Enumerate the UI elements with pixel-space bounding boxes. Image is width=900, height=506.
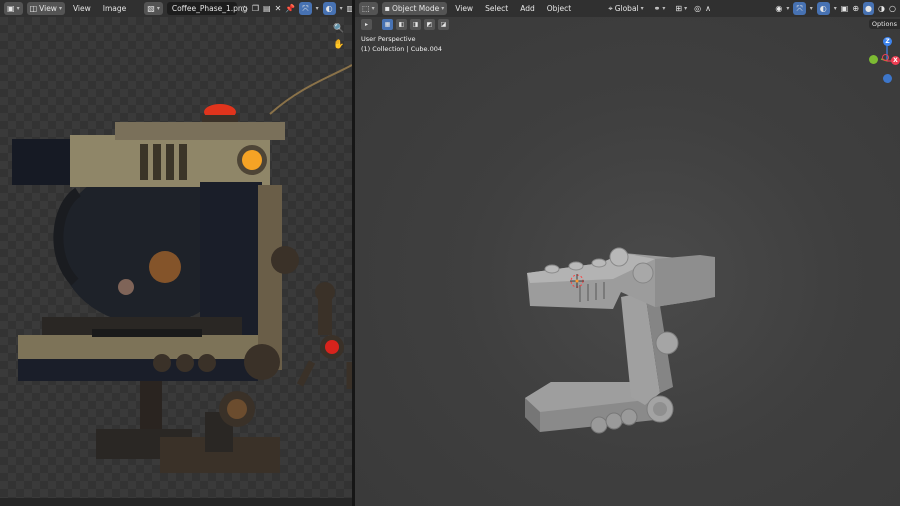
3d-viewport-area: ⬚ ▾ ▪ Object Mode ▾ View Select Add Object …	[355, 0, 900, 506]
orientation-dropdown[interactable]: ⌖ Global ▾	[605, 2, 646, 15]
chevron-down-icon[interactable]: ▾	[810, 5, 813, 12]
chevron-down-icon[interactable]: ▾	[316, 5, 319, 12]
image-browse-button[interactable]: ▧ ▾	[144, 2, 163, 15]
chevron-down-icon: ▾	[58, 5, 62, 12]
editor-type-button[interactable]: ⬚ ▾	[359, 2, 378, 15]
proportional-edit-icon[interactable]: ◎	[694, 4, 701, 13]
wireframe-shading-icon[interactable]: ⊕	[852, 4, 859, 13]
view-mode-button[interactable]: ◫ View ▾	[26, 2, 65, 15]
hand-pan-icon[interactable]: ✋	[332, 38, 346, 52]
chevron-down-icon: ▾	[371, 5, 375, 12]
chevron-down-icon: ▾	[441, 5, 445, 12]
rendered-shading-icon[interactable]: ○	[889, 4, 896, 13]
visibility-icon[interactable]: ◉	[775, 4, 782, 13]
fake-user-icon[interactable]: ◌	[241, 4, 248, 13]
overlay-icon: ◐	[819, 3, 827, 13]
coffee-machine-mesh[interactable]	[355, 17, 900, 506]
chevron-down-icon: ▾	[156, 5, 160, 12]
view-mode-label: View	[39, 4, 57, 13]
object-mode-icon: ▪	[384, 3, 390, 13]
xray-icon[interactable]: ▣	[841, 4, 849, 13]
view-icon: ◫	[29, 3, 38, 13]
orientation-label: Global	[614, 4, 639, 13]
chevron-down-icon[interactable]: ▾	[340, 5, 343, 12]
image-canvas[interactable]	[0, 17, 352, 506]
chevron-down-icon[interactable]: ▾	[786, 5, 789, 12]
solid-shading-icon: ●	[865, 3, 873, 13]
image-editor-area: ▣ ▾ ◫ View ▾ View Image ▧ ▾ Coffee_Phase_1.p…	[0, 0, 352, 506]
image-editor-icon: ▣	[7, 3, 15, 13]
chevron-down-icon: ▾	[16, 5, 20, 12]
pivot-dropdown[interactable]: ⚭ ▾	[651, 2, 669, 15]
material-shading-icon[interactable]: ◑	[878, 4, 885, 13]
overlay-toggle-button[interactable]: ◐	[322, 2, 336, 15]
menu-select[interactable]: Select	[481, 2, 512, 15]
image-icon: ▧	[147, 3, 155, 13]
gizmo-icon: ⤧	[796, 3, 803, 13]
orientation-icon: ⌖	[608, 3, 613, 13]
menu-object[interactable]: Object	[543, 2, 575, 15]
overlay-toggle-button[interactable]: ◐	[816, 2, 830, 15]
close-icon[interactable]: ✕	[275, 4, 282, 13]
menu-view[interactable]: View	[451, 2, 477, 15]
editor-type-button[interactable]: ▣ ▾	[4, 2, 23, 15]
mode-label: Object Mode	[392, 4, 440, 13]
menu-view[interactable]: View	[69, 2, 95, 15]
viewport-header: ⬚ ▾ ▪ Object Mode ▾ View Select Add Object …	[355, 0, 900, 17]
folder-icon[interactable]: ▤	[263, 4, 271, 13]
image-name-field[interactable]: Coffee_Phase_1.png	[166, 2, 247, 15]
menu-image[interactable]: Image	[99, 2, 131, 15]
gizmo-toggle-button[interactable]: ⤧	[793, 2, 806, 15]
coffee-machine-render	[12, 64, 352, 473]
gizmo-icon: ⤧	[302, 3, 309, 13]
falloff-icon[interactable]: ∧	[705, 4, 711, 13]
image-editor-header: ▣ ▾ ◫ View ▾ View Image ▧ ▾ Coffee_Phase_1.p…	[0, 0, 352, 17]
chevron-down-icon: ▾	[662, 5, 666, 12]
duplicate-icon[interactable]: ❐	[252, 4, 259, 13]
pin-icon[interactable]: 📌	[285, 4, 295, 13]
snap-icon: ⊞	[675, 3, 683, 13]
overlay-icon: ◐	[325, 3, 333, 13]
gizmo-toggle-button[interactable]: ⤧	[299, 2, 312, 15]
chevron-down-icon[interactable]: ▾	[834, 5, 837, 12]
snap-toggle[interactable]: ⊞ ▾	[672, 2, 690, 15]
chevron-down-icon: ▾	[684, 5, 688, 12]
3d-viewport-icon: ⬚	[362, 3, 370, 13]
zoom-icon[interactable]: 🔍	[332, 22, 346, 36]
image-editor-footer	[0, 498, 352, 506]
pivot-icon: ⚭	[653, 3, 661, 13]
mode-dropdown[interactable]: ▪ Object Mode ▾	[381, 2, 448, 15]
chevron-down-icon: ▾	[640, 5, 644, 12]
menu-add[interactable]: Add	[516, 2, 539, 15]
solid-shading-button[interactable]: ●	[863, 2, 875, 15]
